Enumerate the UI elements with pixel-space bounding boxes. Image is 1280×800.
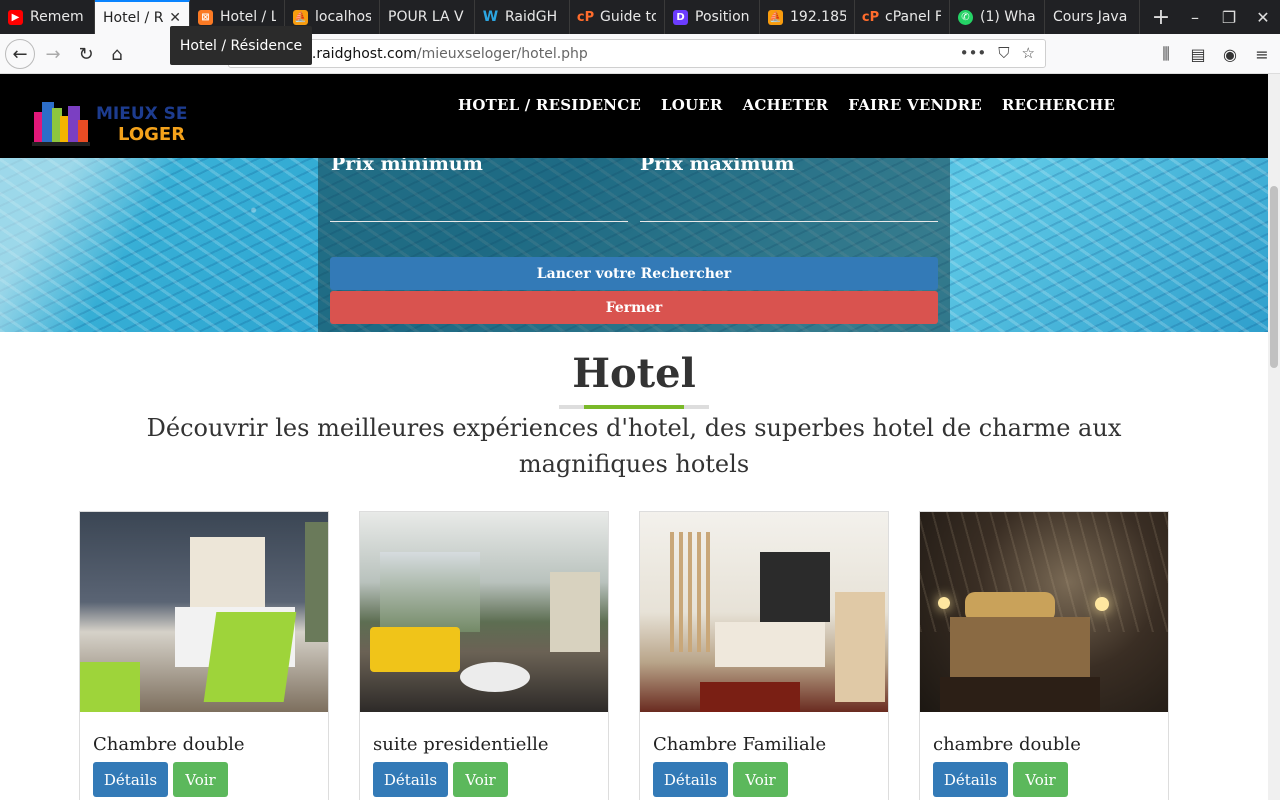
url-actions: ••• ⛉ ☆ — [960, 44, 1035, 62]
tab-label: Position — [695, 9, 750, 25]
search-button[interactable]: Lancer votre Rechercher — [330, 257, 938, 290]
min-price-label: Prix minimum — [331, 158, 483, 175]
home-icon[interactable]: ⌂ — [102, 39, 132, 69]
scrollbar-thumb[interactable] — [1270, 186, 1278, 368]
room-photo[interactable] — [640, 512, 888, 712]
tab-label: POUR LA V — [388, 9, 464, 25]
window-controls: + – ❐ ✕ — [1144, 0, 1280, 34]
tab-5[interactable]: POUR LA V — [380, 0, 475, 34]
phpmyadmin-icon: ⛵ — [768, 9, 783, 25]
menu-faire-vendre[interactable]: FAIRE VENDRE — [848, 96, 982, 114]
pocket-icon[interactable]: ⛉ — [998, 44, 1009, 62]
new-tab-icon[interactable]: + — [1144, 0, 1178, 34]
voir-button[interactable]: Voir — [1013, 762, 1068, 797]
tab-8[interactable]: D Position — [665, 0, 760, 34]
room-photo[interactable] — [920, 512, 1168, 712]
site-header: MIEUX SE LOGER HOTEL / RESIDENCE LOUER A… — [0, 74, 1268, 158]
web-page: MIEUX SE LOGER HOTEL / RESIDENCE LOUER A… — [0, 74, 1268, 800]
section-title: Hotel — [572, 350, 696, 397]
tab-label: Hotel / L — [220, 9, 276, 25]
tab-1[interactable]: ▶ Remem — [0, 0, 95, 34]
max-price-label: Prix maximum — [640, 158, 795, 175]
tab-label: RaidGH — [505, 9, 558, 25]
hotel-card: Chambre double Détails Voir — [79, 511, 329, 800]
logo-buildings-icon: MIEUX SE LOGER — [32, 102, 188, 146]
url-bar[interactable]: cae.raidghost.com/mieuxseloger/hotel.php… — [228, 39, 1046, 68]
tab-9[interactable]: ⛵ 192.185 — [760, 0, 855, 34]
svg-text:MIEUX SE: MIEUX SE — [96, 104, 188, 124]
cpanel-icon: cP — [861, 9, 880, 25]
tab-label: 192.185 — [790, 9, 846, 25]
tab-label: cPanel F — [885, 9, 941, 25]
more-icon[interactable]: ••• — [960, 44, 987, 62]
card-title: Chambre double — [93, 734, 245, 755]
library-icon[interactable]: ⫼ — [1154, 39, 1178, 69]
toolbar-right: ⫼ ▤ ◉ ≡ — [1154, 39, 1274, 69]
menu-icon[interactable]: ≡ — [1250, 39, 1274, 69]
menu-louer[interactable]: LOUER — [661, 96, 723, 114]
tab-6[interactable]: W RaidGH — [475, 0, 570, 34]
title-divider-accent — [584, 405, 684, 409]
wordpress-icon: W — [482, 9, 499, 25]
voir-button[interactable]: Voir — [453, 762, 508, 797]
tab-label: localhos — [315, 9, 371, 25]
whatsapp-icon: ✆ — [958, 9, 973, 25]
search-panel: Prix minimum Prix maximum Lancer votre R… — [318, 158, 950, 332]
voir-button[interactable]: Voir — [173, 762, 228, 797]
pool-hero-banner: Prix minimum Prix maximum Lancer votre R… — [0, 158, 1268, 332]
url-path: /mieuxseloger/hotel.php — [416, 45, 588, 62]
account-icon[interactable]: ◉ — [1218, 39, 1242, 69]
reload-icon[interactable]: ↻ — [71, 39, 101, 69]
cpanel-icon: cP — [576, 9, 595, 25]
phpmyadmin-icon: ⛵ — [293, 9, 308, 25]
details-button[interactable]: Détails — [373, 762, 448, 797]
section-subtitle: Découvrir les meilleures expériences d'h… — [146, 414, 1122, 478]
close-window-icon[interactable]: ✕ — [1246, 0, 1280, 34]
details-button[interactable]: Détails — [933, 762, 1008, 797]
voir-button[interactable]: Voir — [733, 762, 788, 797]
room-photo[interactable] — [360, 512, 608, 712]
sidebar-icon[interactable]: ▤ — [1186, 39, 1210, 69]
back-icon[interactable]: ← — [5, 39, 35, 69]
tab-11[interactable]: ✆ (1) Wha — [950, 0, 1045, 34]
menu-acheter[interactable]: ACHETER — [743, 96, 829, 114]
youtube-icon: ▶ — [8, 9, 23, 25]
tab-12[interactable]: Cours Java — [1045, 0, 1140, 34]
card-title: chambre double — [933, 734, 1081, 755]
tab-tooltip: Hotel / Résidence — [170, 26, 312, 65]
card-title: suite presidentielle — [373, 734, 549, 755]
minimize-icon[interactable]: – — [1178, 0, 1212, 34]
details-button[interactable]: Détails — [653, 762, 728, 797]
hotel-card: chambre double Détails Voir — [919, 511, 1169, 800]
xampp-icon: ⊠ — [198, 9, 213, 25]
tab-label: Remem — [30, 9, 84, 25]
max-price-input[interactable] — [640, 221, 938, 222]
min-price-input[interactable] — [330, 221, 628, 222]
main-menu: HOTEL / RESIDENCE LOUER ACHETER FAIRE VE… — [458, 96, 1115, 114]
maximize-icon[interactable]: ❐ — [1212, 0, 1246, 34]
card-title: Chambre Familiale — [653, 734, 827, 755]
bookmark-star-icon[interactable]: ☆ — [1022, 44, 1035, 62]
pool-edge — [0, 158, 200, 332]
menu-hotel-residence[interactable]: HOTEL / RESIDENCE — [458, 96, 641, 114]
d-icon: D — [673, 9, 688, 25]
tab-10[interactable]: cP cPanel F — [855, 0, 950, 34]
site-logo[interactable]: MIEUX SE LOGER — [30, 94, 200, 150]
details-button[interactable]: Détails — [93, 762, 168, 797]
close-tab-icon[interactable]: ✕ — [169, 10, 181, 26]
tab-label: Cours Java — [1053, 9, 1128, 25]
menu-recherche[interactable]: RECHERCHE — [1002, 96, 1115, 114]
close-button[interactable]: Fermer — [330, 291, 938, 324]
hotel-card: Chambre Familiale Détails Voir — [639, 511, 889, 800]
url-host-rest: e.raidghost.com — [303, 45, 417, 62]
svg-text:LOGER: LOGER — [118, 124, 185, 145]
hotel-card: suite presidentielle Détails Voir — [359, 511, 609, 800]
tab-label: Guide to — [600, 9, 656, 25]
tab-label: (1) Wha — [980, 9, 1036, 25]
tab-7[interactable]: cP Guide to — [570, 0, 665, 34]
room-photo[interactable] — [80, 512, 328, 712]
forward-icon[interactable]: → — [38, 39, 68, 69]
page-scrollbar[interactable] — [1268, 74, 1280, 800]
